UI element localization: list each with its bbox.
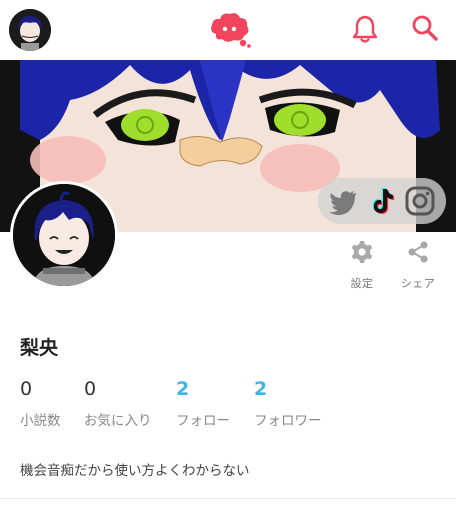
user-avatar-icon[interactable] (9, 9, 51, 51)
profile-name: 梨央 (20, 337, 59, 359)
stat-novels: 0 小説数 (20, 378, 61, 429)
bell-icon[interactable] (351, 14, 379, 44)
top-bar (0, 0, 456, 60)
stat-followers-label: フォロワー (254, 413, 322, 429)
stat-followers-count: 2 (254, 378, 268, 400)
tiktok-icon[interactable] (366, 185, 398, 217)
stat-favorites-count: 0 (84, 378, 97, 400)
stat-novels-label: 小説数 (20, 413, 61, 429)
stat-following[interactable]: 2 フォロー (176, 378, 230, 429)
share-icon (408, 241, 428, 263)
stat-following-label: フォロー (176, 413, 230, 429)
section-divider (0, 498, 456, 499)
social-links (318, 178, 446, 224)
stat-novels-count: 0 (20, 378, 33, 400)
stat-followers[interactable]: 2 フォロワー (254, 378, 322, 429)
settings-label: 設定 (350, 277, 374, 290)
brand-logo-icon[interactable] (207, 10, 253, 48)
settings-button[interactable]: 設定 (337, 240, 387, 291)
profile-avatar[interactable] (10, 181, 118, 289)
profile-bio: 機会音痴だから使い方よくわからない (20, 463, 250, 479)
stat-favorites[interactable]: 0 お気に入り (84, 378, 152, 429)
share-label: シェア (400, 277, 436, 290)
stat-following-count: 2 (176, 378, 190, 400)
twitter-icon[interactable] (328, 185, 360, 217)
search-icon[interactable] (410, 13, 440, 43)
instagram-icon[interactable] (404, 185, 436, 217)
stat-favorites-label: お気に入り (84, 413, 152, 429)
share-button[interactable]: シェア (393, 240, 443, 291)
gear-icon (351, 241, 373, 263)
